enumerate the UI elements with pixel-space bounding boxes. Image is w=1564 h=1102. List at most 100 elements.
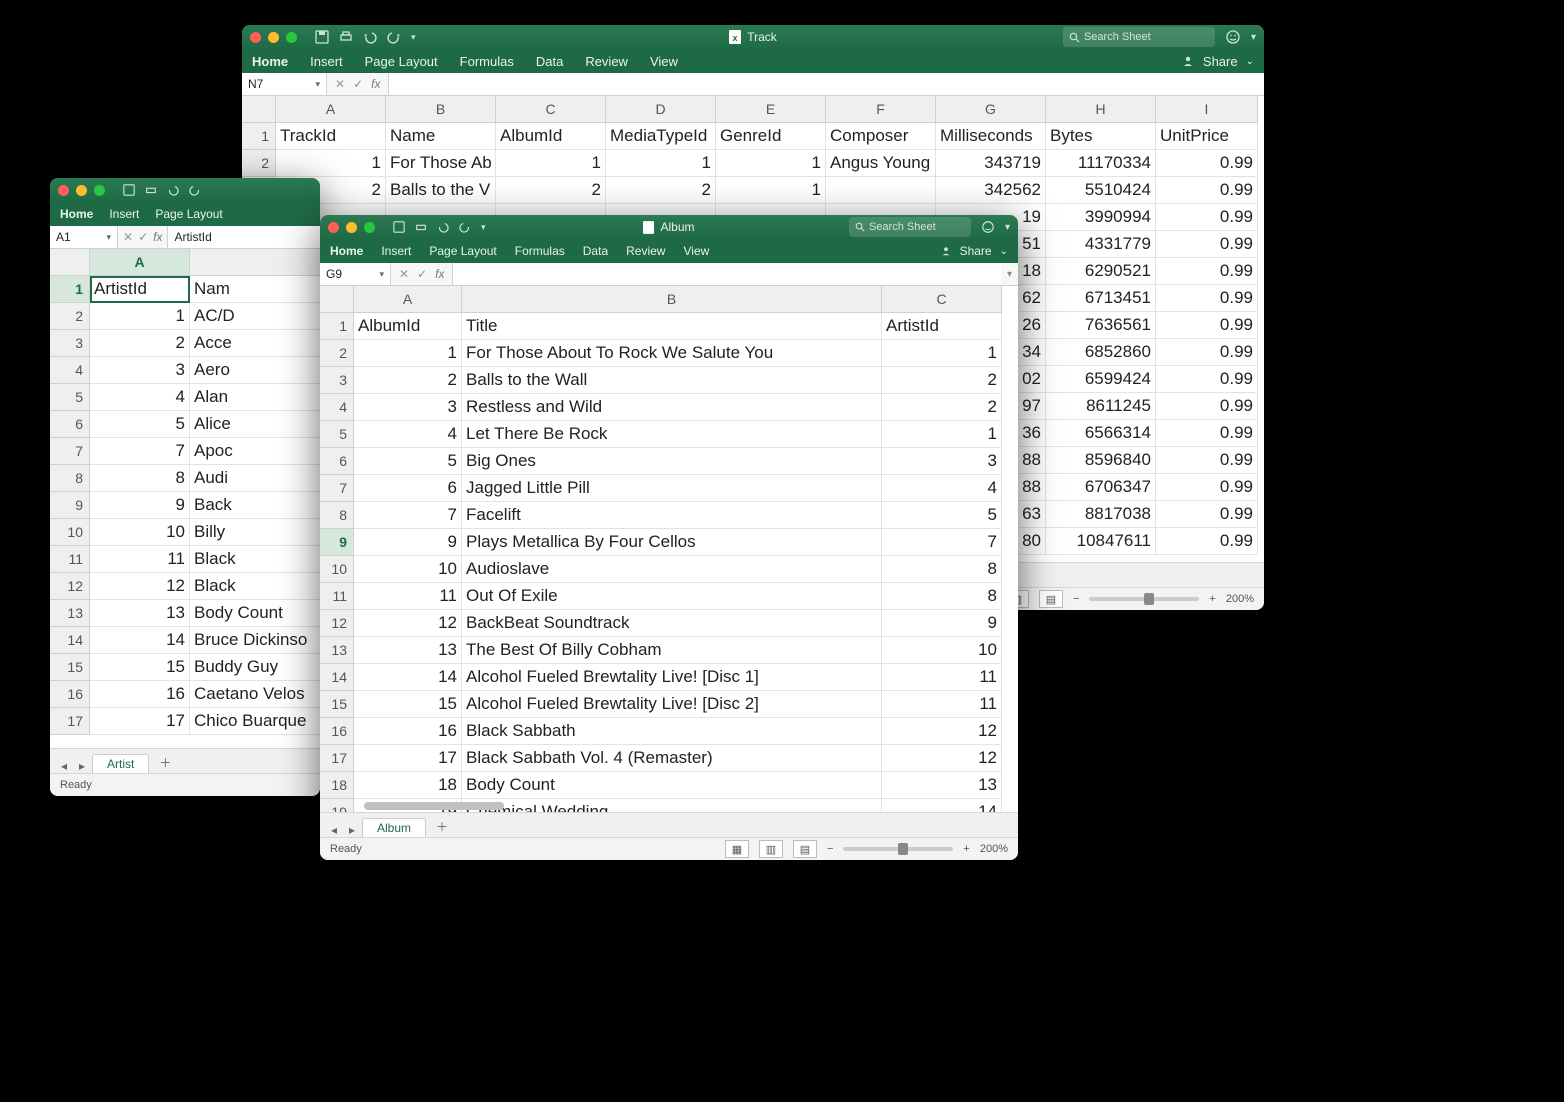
redo-icon[interactable] [189,184,201,196]
view-pagebreak-icon[interactable]: ▤ [793,840,817,858]
cell[interactable]: 1 [496,150,606,177]
undo-icon[interactable] [167,184,179,196]
cell[interactable]: 2 [354,367,462,394]
ribbon-tab-insert[interactable]: Insert [109,207,139,221]
save-icon[interactable] [393,221,405,233]
cell[interactable]: 2 [882,367,1002,394]
cell[interactable]: Acce [190,330,320,357]
add-sheet-button[interactable]: ＋ [428,816,456,837]
maximize-icon[interactable] [364,222,375,233]
fx-icon[interactable]: fx [371,77,380,91]
name-box[interactable]: N7 ▾ [242,73,327,95]
cell[interactable]: GenreId [716,123,826,150]
qat-more-icon[interactable]: ▾ [411,32,416,43]
cell[interactable]: Alice [190,411,320,438]
titlebar[interactable]: ▾ Album Search Sheet ▾ [320,215,1018,239]
cell[interactable]: ArtistId [882,313,1002,340]
zoom-level[interactable]: 200% [1226,593,1254,605]
column-header[interactable]: G [936,96,1046,123]
cell[interactable]: ArtistId [90,276,190,303]
cell[interactable]: 8 [882,556,1002,583]
select-all-corner[interactable] [50,249,90,276]
cell[interactable]: TrackId [276,123,386,150]
cell[interactable]: 0.99 [1156,231,1258,258]
cell[interactable]: 12 [882,745,1002,772]
formula-input[interactable] [453,263,1001,285]
row-header[interactable]: 4 [320,394,354,421]
ribbon-tab-home[interactable]: Home [252,54,288,69]
cell[interactable]: Body Count [190,600,320,627]
sheet-tab[interactable]: Album [362,818,426,837]
ribbon-tab-insert[interactable]: Insert [310,54,343,69]
cell[interactable]: Audi [190,465,320,492]
cell[interactable]: 8817038 [1046,501,1156,528]
close-icon[interactable] [328,222,339,233]
cell[interactable]: BackBeat Soundtrack [462,610,882,637]
titlebar[interactable] [50,178,320,202]
cell[interactable]: 3990994 [1046,204,1156,231]
cell[interactable]: Aero [190,357,320,384]
view-pagebreak-icon[interactable]: ▤ [1039,590,1063,608]
row-header[interactable]: 7 [50,438,90,465]
row-header[interactable]: 13 [50,600,90,627]
cell[interactable]: 0.99 [1156,258,1258,285]
share-button[interactable]: Share [1203,54,1238,69]
cell[interactable]: 17 [90,708,190,735]
cell[interactable]: 2 [496,177,606,204]
cell[interactable]: Alcohol Fueled Brewtality Live! [Disc 1] [462,664,882,691]
cell[interactable]: 8596840 [1046,447,1156,474]
cell[interactable]: 0.99 [1156,366,1258,393]
cell[interactable]: Facelift [462,502,882,529]
sheet-nav-next[interactable]: ▸ [344,823,360,837]
formula-input[interactable]: ArtistId [168,226,320,248]
cell[interactable]: UnitPrice [1156,123,1258,150]
cell[interactable]: 1 [354,340,462,367]
row-header[interactable]: 12 [50,573,90,600]
cell[interactable]: 7 [354,502,462,529]
minimize-icon[interactable] [268,32,279,43]
cell[interactable]: Balls to the Wall [462,367,882,394]
cell[interactable]: 13 [90,600,190,627]
column-header[interactable]: H [1046,96,1156,123]
cell[interactable]: 0.99 [1156,150,1258,177]
cell[interactable]: Milliseconds [936,123,1046,150]
chevron-down-icon[interactable]: ⌄ [1246,56,1254,67]
ribbon-tab-view[interactable]: View [683,244,709,258]
cell[interactable]: Black Sabbath [462,718,882,745]
cell[interactable]: Bytes [1046,123,1156,150]
cell[interactable]: 5510424 [1046,177,1156,204]
cell[interactable]: 9 [882,610,1002,637]
formula-input[interactable] [389,73,1264,95]
print-icon[interactable] [339,30,353,44]
cell[interactable]: 0.99 [1156,285,1258,312]
cell[interactable]: 7 [90,438,190,465]
row-header[interactable]: 5 [320,421,354,448]
cell[interactable]: Plays Metallica By Four Cellos [462,529,882,556]
accept-formula-icon[interactable]: ✓ [138,230,148,244]
sheet-nav-next[interactable]: ▸ [74,759,90,773]
row-header[interactable]: 5 [50,384,90,411]
zoom-out-button[interactable]: − [1073,593,1079,605]
cell[interactable]: AlbumId [354,313,462,340]
maximize-icon[interactable] [286,32,297,43]
cell[interactable]: Composer [826,123,936,150]
row-header[interactable]: 16 [50,681,90,708]
cell[interactable]: 11 [354,583,462,610]
ribbon-tab-home[interactable]: Home [330,244,363,258]
column-header[interactable]: B [386,96,496,123]
cell[interactable]: Billy [190,519,320,546]
save-icon[interactable] [315,30,329,44]
undo-icon[interactable] [363,30,377,44]
cell[interactable]: 343719 [936,150,1046,177]
cell[interactable]: 9 [90,492,190,519]
row-header[interactable]: 3 [320,367,354,394]
column-header[interactable]: E [716,96,826,123]
search-sheet[interactable]: Search Sheet [1063,27,1215,47]
chevron-down-icon[interactable]: ▾ [379,269,384,280]
cell[interactable]: 10847611 [1046,528,1156,555]
column-header[interactable]: B [462,286,882,313]
cell[interactable]: 4 [90,384,190,411]
row-header[interactable]: 1 [320,313,354,340]
cell[interactable]: 4331779 [1046,231,1156,258]
cell[interactable]: 6599424 [1046,366,1156,393]
